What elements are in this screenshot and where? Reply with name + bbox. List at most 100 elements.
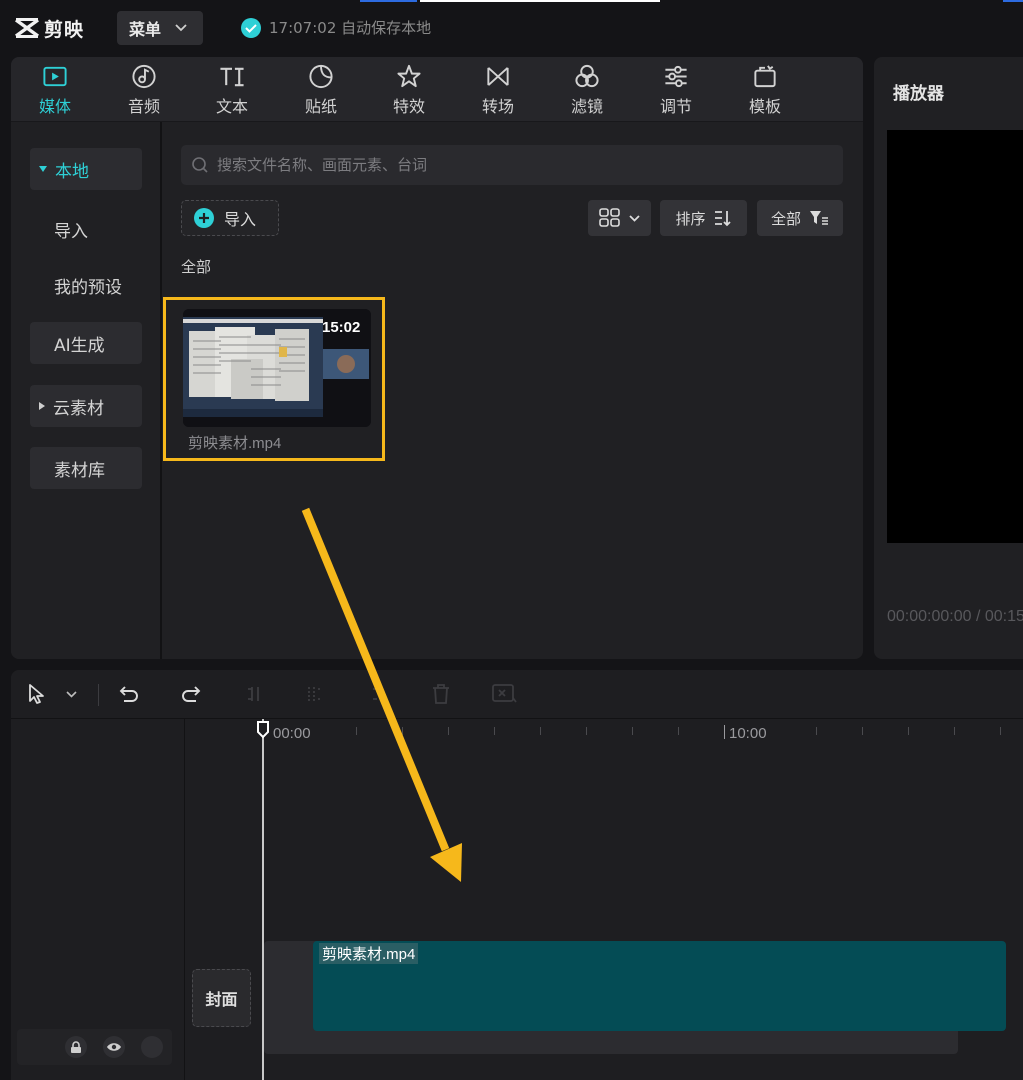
- text-icon: [220, 67, 244, 87]
- import-button[interactable]: 导入: [181, 200, 279, 236]
- search-icon: [192, 157, 208, 173]
- media-thumbnail[interactable]: 15:02: [183, 309, 371, 427]
- ruler-tick: [448, 727, 449, 735]
- timeline-video-clip[interactable]: 剪映素材.mp4: [313, 941, 1006, 1031]
- split-left-button[interactable]: [302, 680, 330, 708]
- timeline-ruler[interactable]: 00:00 10:00: [185, 719, 1023, 749]
- tab-label: 滤镜: [570, 97, 603, 116]
- audio-icon: [132, 64, 156, 89]
- media-icon: [43, 66, 67, 87]
- eye-icon: [107, 1043, 121, 1051]
- view-mode-button[interactable]: [588, 200, 651, 236]
- timeline-toolbar: [11, 670, 1023, 719]
- sort-button[interactable]: 排序: [660, 200, 747, 236]
- adjust-icon: [665, 65, 687, 88]
- player-panel: 播放器 00:00:00:00 / 00:15:02:00: [874, 57, 1023, 659]
- ruler-tick: [586, 727, 587, 735]
- chevron-down-icon: [629, 214, 640, 222]
- capcut-logo-icon: [15, 18, 39, 38]
- search-input[interactable]: [215, 155, 819, 175]
- trash-icon: [433, 684, 449, 704]
- sort-label: 排序: [675, 209, 706, 228]
- cursor-icon: [29, 684, 44, 704]
- sidebar-item-local[interactable]: 本地: [30, 148, 142, 190]
- redo-icon: [182, 686, 201, 702]
- trim-right-icon: [373, 687, 382, 701]
- lock-icon: [71, 1040, 81, 1053]
- ruler-tick: [540, 727, 541, 735]
- tab-template[interactable]: 模板: [734, 63, 796, 117]
- filter-funnel-icon: [810, 211, 828, 225]
- video-audio-split-icon: [492, 684, 517, 703]
- trim-left-icon: [308, 687, 322, 701]
- playhead-line[interactable]: [262, 719, 264, 1080]
- tab-media[interactable]: 媒体: [24, 63, 86, 117]
- split-button[interactable]: [241, 680, 269, 708]
- sidebar-item-import[interactable]: 导入: [30, 208, 142, 250]
- ruler-tick: [954, 727, 955, 735]
- lock-track-button[interactable]: [65, 1036, 87, 1058]
- window-edge-highlight: [360, 0, 417, 2]
- sidebar-item-cloud[interactable]: 云素材: [30, 385, 142, 427]
- select-tool-button[interactable]: [23, 680, 51, 708]
- tab-filter[interactable]: 滤镜: [556, 63, 618, 117]
- tab-label: 文本: [215, 97, 248, 116]
- caret-down-icon: [39, 166, 47, 172]
- delete-button[interactable]: [427, 680, 455, 708]
- ruler-tick: [908, 727, 909, 735]
- app-logo: 剪映: [14, 14, 84, 42]
- sidebar-item-label: 素材库: [54, 460, 105, 481]
- undo-button[interactable]: [115, 680, 143, 708]
- filter-icon: [575, 64, 599, 88]
- sort-icon: [714, 211, 731, 227]
- clip-name-label: 剪映素材.mp4: [319, 943, 419, 964]
- ruler-label: 10:00: [729, 725, 767, 742]
- tab-sticker[interactable]: 贴纸: [290, 63, 352, 117]
- tab-adjust[interactable]: 调节: [645, 63, 707, 117]
- transition-icon: [487, 67, 509, 86]
- sidebar-item-ai-generate[interactable]: AI生成: [30, 322, 142, 364]
- chevron-down-icon: [175, 24, 187, 32]
- import-label: 导入: [224, 210, 257, 229]
- player-preview-screen[interactable]: [887, 130, 1023, 543]
- tab-label: 特效: [392, 97, 425, 116]
- effects-icon: [397, 64, 421, 88]
- filter-button[interactable]: 全部: [757, 200, 843, 236]
- resource-tab-bar: 媒体 音频 文本 贴纸 特效 转场 滤镜 调节 模板: [11, 57, 863, 122]
- tab-label: 模板: [748, 97, 781, 116]
- tab-effects[interactable]: 特效: [378, 63, 440, 117]
- media-filename: 剪映素材.mp4: [188, 435, 282, 452]
- media-item-card[interactable]: 15:02 剪映素材.mp4: [163, 297, 385, 461]
- ruler-tick: [356, 727, 357, 735]
- media-sidebar: 本地 导入 我的预设 AI生成 云素材 素材库: [11, 122, 162, 659]
- mute-track-button[interactable]: [141, 1036, 163, 1058]
- tab-audio[interactable]: 音频: [113, 63, 175, 117]
- cover-button[interactable]: 封面: [192, 969, 251, 1027]
- undo-icon: [119, 686, 138, 702]
- tab-transition[interactable]: 转场: [467, 63, 529, 117]
- ruler-major-tick: [724, 725, 725, 739]
- tab-text[interactable]: 文本: [201, 63, 263, 117]
- sidebar-item-presets[interactable]: 我的预设: [30, 264, 142, 306]
- media-duration: 15:02: [322, 319, 361, 336]
- ruler-tick: [402, 727, 403, 735]
- ruler-tick: [816, 727, 817, 735]
- split-right-button[interactable]: [365, 680, 393, 708]
- timeline-panel: 00:00 10:00 封面 剪映素材.mp4: [11, 670, 1023, 1080]
- grid-view-icon: [599, 208, 620, 227]
- filter-label: 全部: [770, 209, 801, 228]
- main-menu-button[interactable]: 菜单: [117, 11, 203, 45]
- ruler-tick: [678, 727, 679, 735]
- plus-circle-icon: [194, 208, 214, 228]
- search-box: [181, 145, 843, 185]
- hide-track-button[interactable]: [103, 1036, 125, 1058]
- sidebar-item-label: 本地: [55, 161, 89, 182]
- sidebar-item-library[interactable]: 素材库: [30, 447, 142, 489]
- select-mode-dropdown[interactable]: [57, 680, 85, 708]
- app-logo-text: 剪映: [44, 18, 85, 41]
- player-title: 播放器: [893, 84, 944, 104]
- freeze-audio-button[interactable]: [490, 680, 518, 708]
- sidebar-item-label: 我的预设: [54, 277, 122, 298]
- playhead-handle-icon[interactable]: [256, 721, 270, 739]
- redo-button[interactable]: [177, 680, 205, 708]
